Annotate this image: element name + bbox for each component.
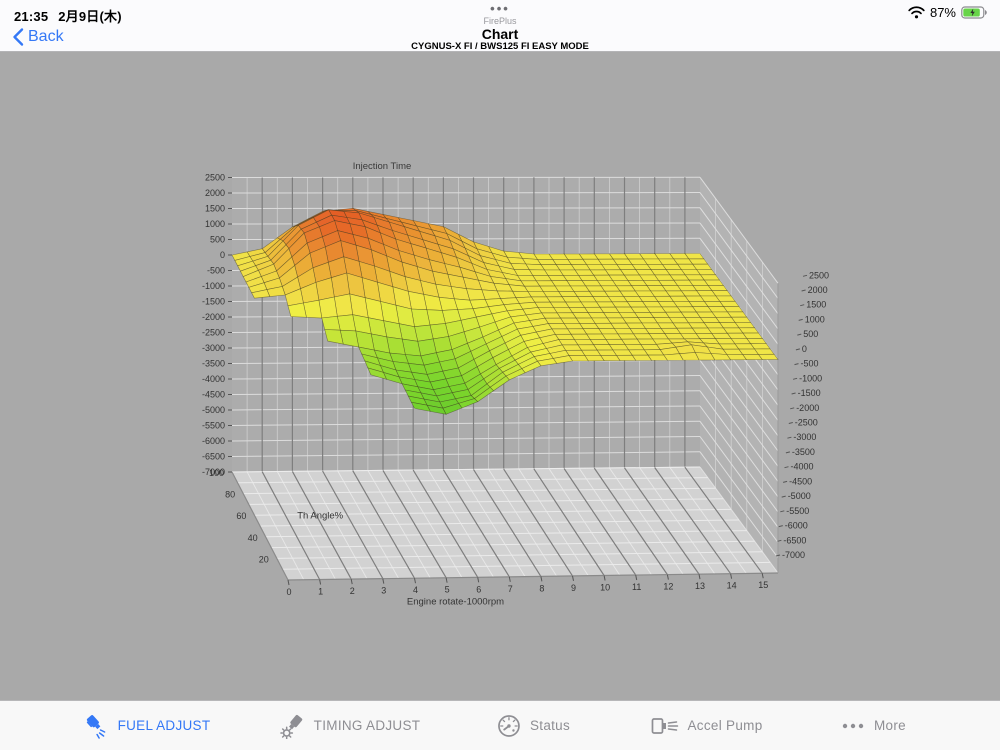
svg-text:13: 13 bbox=[695, 581, 705, 591]
svg-text:6: 6 bbox=[476, 584, 481, 594]
svg-text:60: 60 bbox=[236, 511, 246, 521]
svg-text:3: 3 bbox=[381, 586, 386, 596]
svg-text:20: 20 bbox=[259, 554, 269, 564]
svg-text:15: 15 bbox=[758, 580, 768, 590]
svg-text:-500: -500 bbox=[207, 266, 225, 276]
svg-text:1: 1 bbox=[318, 587, 323, 597]
svg-text:Th Angle%: Th Angle% bbox=[297, 511, 343, 522]
timing-spark-icon bbox=[280, 714, 303, 739]
chart-area: 2500 2000 1500 1000 500 0 -500 -1000 -1500 -2000-… bbox=[0, 52, 1000, 700]
svg-text:-4500: -4500 bbox=[789, 476, 812, 486]
svg-text:9: 9 bbox=[571, 583, 576, 593]
svg-text:2: 2 bbox=[350, 586, 355, 596]
svg-text:100: 100 bbox=[209, 468, 224, 478]
svg-text:-6500: -6500 bbox=[783, 535, 806, 545]
fuel-injector-icon bbox=[86, 714, 106, 739]
svg-text:1500: 1500 bbox=[806, 300, 826, 310]
svg-text:-7000: -7000 bbox=[782, 550, 805, 560]
svg-text:2000: 2000 bbox=[205, 188, 225, 198]
svg-text:2000: 2000 bbox=[808, 285, 828, 295]
tab-status[interactable]: Status bbox=[496, 701, 570, 750]
svg-text:14: 14 bbox=[727, 581, 737, 591]
svg-text:-1500: -1500 bbox=[202, 297, 225, 307]
tab-accel-pump[interactable]: Accel Pump bbox=[649, 701, 762, 750]
svg-text:12: 12 bbox=[663, 582, 673, 592]
svg-text:500: 500 bbox=[803, 329, 818, 339]
svg-text:1500: 1500 bbox=[205, 204, 225, 214]
svg-text:-6000: -6000 bbox=[202, 436, 225, 446]
svg-text:-3000: -3000 bbox=[793, 432, 816, 442]
svg-text:2500: 2500 bbox=[809, 270, 829, 280]
svg-text:40: 40 bbox=[248, 533, 258, 543]
svg-text:-3000: -3000 bbox=[202, 343, 225, 353]
gear-icon bbox=[280, 726, 294, 739]
nav-title: FirePlus Chart CYGNUS-X FI / BWS125 FI E… bbox=[0, 16, 1000, 53]
svg-text:-1500: -1500 bbox=[798, 388, 821, 398]
svg-text:5: 5 bbox=[445, 585, 450, 595]
svg-text:500: 500 bbox=[210, 235, 225, 245]
svg-text:-3500: -3500 bbox=[792, 447, 815, 457]
svg-text:-4500: -4500 bbox=[202, 390, 225, 400]
svg-text:-5500: -5500 bbox=[202, 421, 225, 431]
svg-text:1000: 1000 bbox=[805, 314, 825, 324]
app-screen: 21:35 2月9日(木) ••• 87% Back FirePlus Char… bbox=[0, 0, 1000, 750]
svg-text:-1000: -1000 bbox=[799, 373, 822, 383]
svg-text:-5500: -5500 bbox=[786, 506, 809, 516]
svg-text:11: 11 bbox=[632, 582, 641, 592]
svg-text:0: 0 bbox=[802, 344, 807, 354]
svg-text:0: 0 bbox=[286, 587, 291, 597]
svg-text:-5000: -5000 bbox=[202, 405, 225, 415]
multitask-dots-icon: ••• bbox=[490, 1, 510, 16]
svg-text:-2000: -2000 bbox=[796, 403, 819, 413]
svg-text:-5000: -5000 bbox=[788, 491, 811, 501]
svg-text:0: 0 bbox=[220, 250, 225, 260]
page-title: Chart bbox=[481, 26, 519, 43]
tab-label: TIMING ADJUST bbox=[313, 718, 421, 733]
tab-label: FUEL ADJUST bbox=[117, 718, 211, 733]
tab-timing-adjust[interactable]: TIMING ADJUST bbox=[280, 701, 421, 750]
svg-text:-2500: -2500 bbox=[202, 328, 225, 338]
tab-label: Accel Pump bbox=[687, 718, 763, 733]
svg-text:80: 80 bbox=[225, 490, 235, 500]
svg-text:-6500: -6500 bbox=[202, 452, 225, 462]
svg-text:-2500: -2500 bbox=[795, 418, 818, 428]
svg-text:-1000: -1000 bbox=[202, 281, 225, 291]
svg-text:10: 10 bbox=[600, 583, 610, 593]
svg-text:-3500: -3500 bbox=[202, 359, 225, 369]
tab-more[interactable]: More bbox=[840, 701, 906, 750]
gauge-icon bbox=[498, 714, 520, 737]
svg-text:4: 4 bbox=[413, 585, 418, 595]
svg-text:7: 7 bbox=[508, 584, 513, 594]
svg-text:-4000: -4000 bbox=[791, 462, 814, 472]
pump-spray-icon bbox=[651, 717, 679, 734]
svg-text:2500: 2500 bbox=[205, 173, 225, 183]
injection-time-surface-chart: 25002000150010005000-500-1000-1500-2000-… bbox=[0, 52, 1000, 700]
svg-text:-2000: -2000 bbox=[202, 312, 225, 322]
svg-text:-500: -500 bbox=[801, 359, 819, 369]
svg-text:Engine rotate-1000rpm: Engine rotate-1000rpm bbox=[407, 597, 504, 608]
top-bar: 21:35 2月9日(木) ••• 87% Back FirePlus Char… bbox=[0, 0, 1000, 52]
tab-fuel-adjust[interactable]: FUEL ADJUST bbox=[84, 701, 211, 750]
tab-bar: FUEL ADJUST TIMING ADJUST Status Accel P… bbox=[0, 700, 1000, 750]
app-name: FirePlus bbox=[483, 16, 517, 26]
tab-label: Status bbox=[529, 718, 571, 733]
tab-label: More bbox=[874, 718, 906, 733]
svg-text:-4000: -4000 bbox=[202, 374, 225, 384]
svg-text:-6000: -6000 bbox=[785, 521, 808, 531]
svg-text:1000: 1000 bbox=[205, 219, 225, 229]
svg-text:8: 8 bbox=[539, 583, 544, 593]
ellipsis-icon bbox=[842, 723, 864, 728]
svg-text:Injection Time: Injection Time bbox=[353, 161, 412, 172]
